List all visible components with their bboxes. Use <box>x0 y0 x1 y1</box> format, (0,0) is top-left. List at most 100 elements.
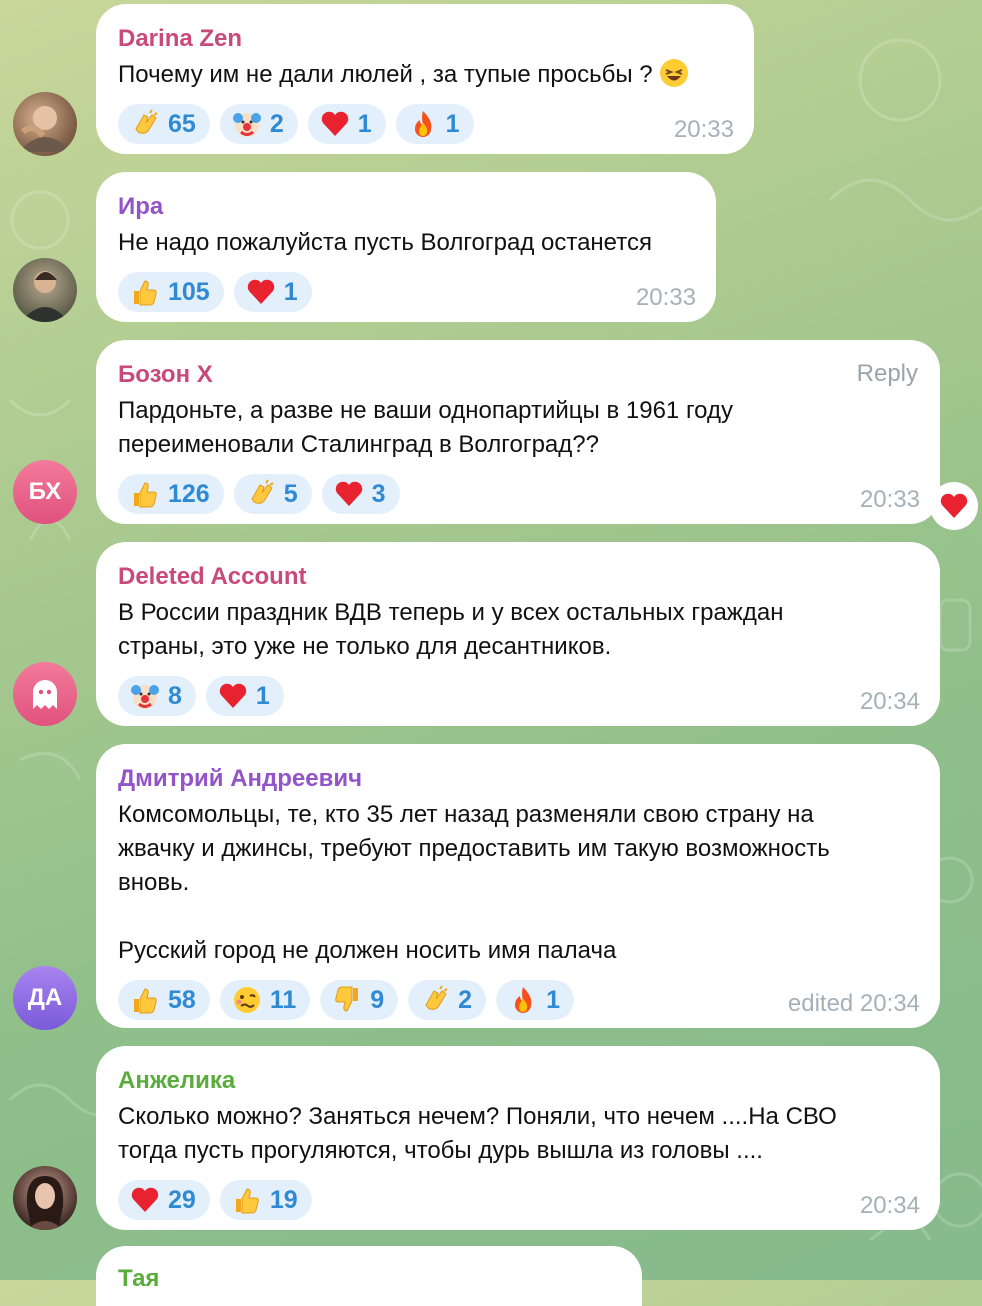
message-bubble[interactable]: Дмитрий Андреевич Комсомольцы, те, кто 3… <box>96 744 940 1028</box>
message-text: Почему им не дали люлей , за тупые прось… <box>118 58 732 92</box>
reaction-count: 1 <box>445 109 460 138</box>
message-bubble[interactable]: Тая <box>96 1246 642 1306</box>
reactions-bar: 105 1 <box>118 272 694 312</box>
reactions-bar: 65 2 1 1 <box>118 104 732 144</box>
reaction-clap[interactable]: 2 <box>408 980 487 1020</box>
avatar[interactable] <box>13 92 77 156</box>
heart-emoji <box>130 1185 160 1215</box>
ghost-icon <box>33 680 57 709</box>
reaction-count: 2 <box>269 109 284 138</box>
message-author[interactable]: Дмитрий Андреевич <box>118 764 918 794</box>
reaction-heart[interactable]: 3 <box>321 474 400 514</box>
clown-emoji <box>232 109 262 139</box>
message-author[interactable]: Тая <box>118 1264 620 1294</box>
reaction-count: 8 <box>168 681 182 710</box>
avatar-photo-icon <box>21 271 69 322</box>
fire-emoji <box>408 109 438 139</box>
message-author[interactable]: Darina Zen <box>118 24 732 54</box>
message-author[interactable]: Deleted Account <box>118 562 918 592</box>
reaction-count: 9 <box>370 985 385 1014</box>
reaction-heart[interactable]: 1 <box>307 104 386 144</box>
reaction-heart[interactable]: 29 <box>118 1180 210 1220</box>
thumbs-up-emoji <box>130 277 160 307</box>
reaction-count: 58 <box>168 985 196 1014</box>
reaction-thumbs-down[interactable]: 9 <box>320 980 399 1020</box>
heart-emoji <box>218 681 248 711</box>
reaction-count: 1 <box>357 109 372 138</box>
avatar-photo-icon <box>26 1176 64 1230</box>
message-text: В России праздник ВДВ теперь и у всех ос… <box>118 599 784 660</box>
reactions-bar: 126 5 3 <box>118 474 918 514</box>
reaction-count: 65 <box>168 109 196 138</box>
reaction-clown[interactable]: 8 <box>118 676 196 716</box>
message-author[interactable]: Бозон X <box>118 360 918 390</box>
avatar[interactable]: БХ <box>13 460 77 524</box>
message-time: 20:34 <box>859 688 920 715</box>
avatar[interactable]: ДА <box>13 966 77 1030</box>
message-time: edited 20:34 <box>787 990 920 1017</box>
avatar-initials: БХ <box>28 478 62 505</box>
avatar[interactable] <box>13 1166 77 1230</box>
fire-emoji <box>508 985 538 1015</box>
reaction-count: 19 <box>269 1185 298 1214</box>
clap-emoji <box>246 479 276 509</box>
clap-emoji <box>130 109 160 139</box>
reaction-count: 11 <box>269 985 297 1014</box>
reaction-count: 29 <box>168 1185 196 1214</box>
reaction-count: 2 <box>458 985 473 1014</box>
message-bubble[interactable]: Бозон X Reply Пардоньте, а разве не ваши… <box>96 340 940 524</box>
reaction-count: 3 <box>371 479 386 508</box>
message-author[interactable]: Ира <box>118 192 694 222</box>
reaction-count: 1 <box>546 985 560 1014</box>
message-time: 20:33 <box>859 486 920 513</box>
reaction-count: 126 <box>168 479 210 508</box>
message-bubble[interactable]: Ира Не надо пожалуйста пусть Волгоград о… <box>96 172 716 322</box>
reaction-count: 1 <box>255 681 270 710</box>
heart-emoji <box>320 109 350 139</box>
reaction-heart[interactable]: 1 <box>233 272 312 312</box>
avatar[interactable] <box>13 258 77 322</box>
avatar[interactable] <box>13 662 77 726</box>
message-time: 20:34 <box>859 1192 920 1219</box>
reaction-thumbs-up[interactable]: 126 <box>118 474 224 514</box>
reaction-fire[interactable]: 1 <box>395 104 474 144</box>
thumbs-down-emoji <box>332 985 362 1015</box>
reaction-clap[interactable]: 65 <box>118 104 210 144</box>
message-text: Комсомольцы, те, кто 35 лет назад размен… <box>118 801 830 964</box>
avatar-photo-icon <box>19 106 71 152</box>
reaction-fire[interactable]: 1 <box>496 980 574 1020</box>
reaction-thumbs-up[interactable]: 19 <box>219 1180 312 1220</box>
thumbs-up-emoji <box>130 985 160 1015</box>
reaction-woozy[interactable]: 11 <box>219 980 311 1020</box>
message-bubble[interactable]: Darina Zen Почему им не дали люлей , за … <box>96 4 754 154</box>
reaction-clap[interactable]: 5 <box>233 474 312 514</box>
message-text: Сколько можно? Заняться нечем? Поняли, ч… <box>118 1103 837 1164</box>
message-time: 20:33 <box>673 116 734 143</box>
heart-emoji <box>246 277 276 307</box>
reactions-bar: 29 19 <box>118 1180 918 1220</box>
reaction-count: 1 <box>283 277 298 306</box>
reaction-clown[interactable]: 2 <box>219 104 298 144</box>
reaction-thumbs-up[interactable]: 105 <box>118 272 224 312</box>
own-reaction-heart[interactable] <box>930 482 978 530</box>
thumbs-up-emoji <box>130 479 160 509</box>
reaction-thumbs-up[interactable]: 58 <box>118 980 210 1020</box>
reply-button[interactable]: Reply <box>857 360 918 388</box>
reaction-heart[interactable]: 1 <box>205 676 284 716</box>
heart-emoji <box>334 479 364 509</box>
laughing-emoji <box>659 58 689 88</box>
message-author[interactable]: Анжелика <box>118 1066 918 1096</box>
message-bubble[interactable]: Deleted Account В России праздник ВДВ те… <box>96 542 940 726</box>
clown-emoji <box>130 681 160 711</box>
heart-emoji <box>939 491 969 521</box>
thumbs-up-emoji <box>232 1185 262 1215</box>
message-bubble[interactable]: Анжелика Сколько можно? Заняться нечем? … <box>96 1046 940 1230</box>
clap-emoji <box>420 985 450 1015</box>
reaction-count: 105 <box>168 277 210 306</box>
woozy-emoji <box>232 985 262 1015</box>
message-time: 20:33 <box>635 284 696 311</box>
reactions-bar: 8 1 <box>118 676 918 716</box>
message-text: Пардоньте, а разве не ваши однопартийцы … <box>118 397 733 458</box>
message-text: Не надо пожалуйста пусть Волгоград остан… <box>118 229 652 256</box>
avatar-initials: ДА <box>27 984 63 1011</box>
